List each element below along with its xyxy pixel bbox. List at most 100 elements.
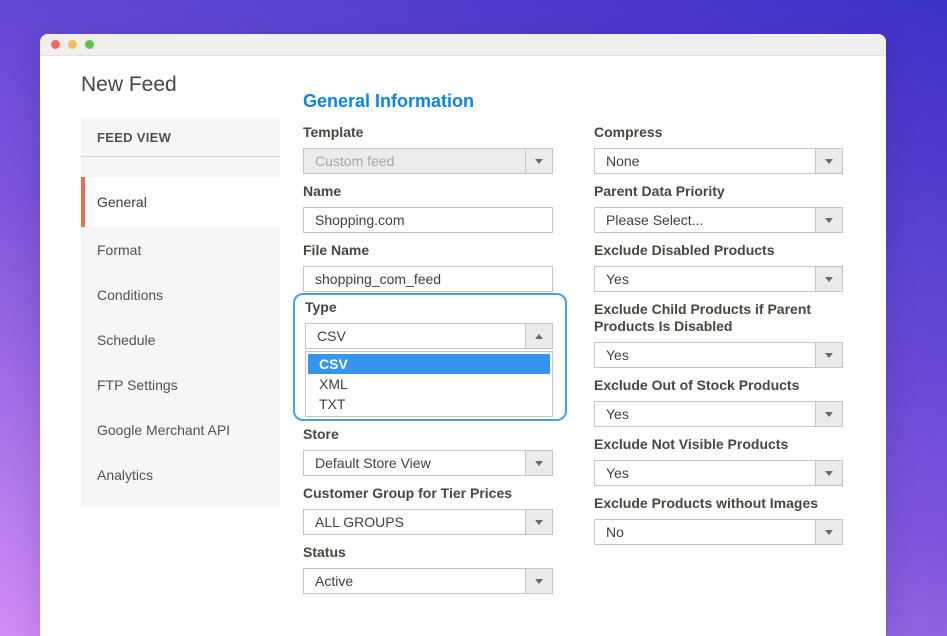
chevron-down-icon [535, 579, 543, 584]
sidebar-spacer [81, 157, 280, 177]
exclude-child-products-if-parent-products-is-disabled-label: Exclude Child Products if Parent Product… [594, 301, 843, 335]
sidebar-item-schedule[interactable]: Schedule [81, 317, 280, 362]
store-dropdown-button[interactable] [525, 451, 552, 475]
chevron-down-icon [825, 353, 833, 358]
field-parent-data-priority: Parent Data PriorityPlease Select... [594, 183, 843, 233]
parent-data-priority-select-value: Please Select... [595, 212, 815, 228]
exclude-not-visible-products-label: Exclude Not Visible Products [594, 436, 843, 453]
field-customer-group-for-tier-prices: Customer Group for Tier PricesALL GROUPS [303, 485, 553, 535]
exclude-out-of-stock-products-label: Exclude Out of Stock Products [594, 377, 843, 394]
sidebar-item-google-merchant-api[interactable]: Google Merchant API [81, 407, 280, 452]
option-txt[interactable]: TXT [308, 394, 550, 414]
field-store: Store Default Store View [303, 426, 553, 476]
sidebar-item-conditions[interactable]: Conditions [81, 272, 280, 317]
main-content: General Information Template Custom feed N… [303, 91, 886, 603]
exclude-products-without-images-select[interactable]: No [594, 519, 843, 545]
sidebar-item-label: Format [97, 242, 141, 258]
exclude-not-visible-products-select-value: Yes [595, 465, 815, 481]
form-column-right: Compress None Parent Data PriorityPlease S… [594, 124, 843, 603]
field-name: Name [303, 183, 553, 233]
exclude-disabled-products-label: Exclude Disabled Products [594, 242, 843, 259]
template-dropdown-button [525, 149, 552, 173]
field-exclude-out-of-stock-products: Exclude Out of Stock Products Yes [594, 377, 843, 427]
field-exclude-child-products-if-parent-products-is-disabled: Exclude Child Products if Parent Product… [594, 301, 843, 368]
sidebar-item-general[interactable]: General [81, 177, 280, 227]
field-exclude-disabled-products: Exclude Disabled Products Yes [594, 242, 843, 292]
exclude-out-of-stock-products-select[interactable]: Yes [594, 401, 843, 427]
option-csv[interactable]: CSV [308, 354, 550, 374]
close-button[interactable] [51, 40, 60, 49]
form-columns: TemplateCustom feedNameFile NameTypeCSVC… [303, 124, 886, 603]
sidebar-item-analytics[interactable]: Analytics [81, 452, 280, 497]
sidebar-item-label: General [97, 194, 147, 210]
name-input[interactable] [303, 207, 553, 233]
chevron-down-icon [825, 159, 833, 164]
chevron-up-icon [535, 334, 543, 339]
type-select[interactable]: CSV [305, 323, 553, 349]
compress-select-value: None [595, 153, 815, 169]
sidebar-item-label: Conditions [97, 287, 163, 303]
option-xml[interactable]: XML [308, 374, 550, 394]
sidebar-item-format[interactable]: Format [81, 227, 280, 272]
status-dropdown-button[interactable] [525, 569, 552, 593]
exclude-child-products-if-parent-products-is-disabled-select[interactable]: Yes [594, 342, 843, 368]
exclude-not-visible-products-dropdown-button[interactable] [815, 461, 842, 485]
field-status: Status Active [303, 544, 553, 594]
field-file-name: File Name [303, 242, 553, 292]
app-window: New Feed FEED VIEW General Format Conditio… [40, 34, 886, 636]
exclude-disabled-products-select-value: Yes [595, 271, 815, 287]
store-select-value: Default Store View [304, 455, 525, 471]
store-label: Store [303, 426, 553, 443]
zoom-button[interactable] [85, 40, 94, 49]
status-select[interactable]: Active [303, 568, 553, 594]
parent-data-priority-select[interactable]: Please Select... [594, 207, 843, 233]
sidebar-item-label: Schedule [97, 332, 155, 348]
field-type: TypeCSVCSVXMLTXT [293, 293, 567, 421]
exclude-out-of-stock-products-dropdown-button[interactable] [815, 402, 842, 426]
template-select-value: Custom feed [304, 153, 525, 169]
exclude-child-products-if-parent-products-is-disabled-select-value: Yes [595, 347, 815, 363]
sidebar-item-ftp-settings[interactable]: FTP Settings [81, 362, 280, 407]
file-name-label: File Name [303, 242, 553, 259]
exclude-products-without-images-select-value: No [595, 524, 815, 540]
field-template: Template Custom feed [303, 124, 553, 174]
compress-select[interactable]: None [594, 148, 843, 174]
exclude-products-without-images-label: Exclude Products without Images [594, 495, 843, 512]
compress-label: Compress [594, 124, 843, 141]
file-name-input[interactable] [303, 266, 553, 292]
minimize-button[interactable] [68, 40, 77, 49]
parent-data-priority-dropdown-button[interactable] [815, 208, 842, 232]
window-titlebar [40, 34, 886, 56]
chevron-down-icon [825, 277, 833, 282]
template-label: Template [303, 124, 553, 141]
chevron-down-icon [825, 412, 833, 417]
section-heading: General Information [303, 91, 886, 111]
status-select-value: Active [304, 573, 525, 589]
field-exclude-products-without-images: Exclude Products without Images No [594, 495, 843, 545]
type-options-list: CSVXMLTXT [305, 351, 553, 417]
status-label: Status [303, 544, 553, 561]
chevron-down-icon [535, 159, 543, 164]
compress-dropdown-button[interactable] [815, 149, 842, 173]
sidebar: FEED VIEW General Format Conditions Schedul… [81, 118, 280, 507]
customer-group-for-tier-prices-select[interactable]: ALL GROUPS [303, 509, 553, 535]
store-select[interactable]: Default Store View [303, 450, 553, 476]
chevron-down-icon [825, 471, 833, 476]
exclude-not-visible-products-select[interactable]: Yes [594, 460, 843, 486]
exclude-disabled-products-select[interactable]: Yes [594, 266, 843, 292]
sidebar-header: FEED VIEW [81, 118, 280, 157]
customer-group-for-tier-prices-dropdown-button[interactable] [525, 510, 552, 534]
sidebar-nav: General Format Conditions Schedule FTP Setti… [81, 177, 280, 497]
sidebar-item-label: FTP Settings [97, 377, 178, 393]
form-column-left: TemplateCustom feedNameFile NameTypeCSVC… [303, 124, 553, 603]
exclude-child-products-if-parent-products-is-disabled-dropdown-button[interactable] [815, 343, 842, 367]
sidebar-item-label: Analytics [97, 467, 153, 483]
sidebar-item-label: Google Merchant API [97, 422, 230, 438]
page-title: New Feed [81, 73, 177, 97]
exclude-out-of-stock-products-select-value: Yes [595, 406, 815, 422]
customer-group-for-tier-prices-select-value: ALL GROUPS [304, 514, 525, 530]
exclude-products-without-images-dropdown-button[interactable] [815, 520, 842, 544]
type-select-value: CSV [306, 328, 525, 344]
type-dropdown-button[interactable] [525, 324, 552, 348]
exclude-disabled-products-dropdown-button[interactable] [815, 267, 842, 291]
